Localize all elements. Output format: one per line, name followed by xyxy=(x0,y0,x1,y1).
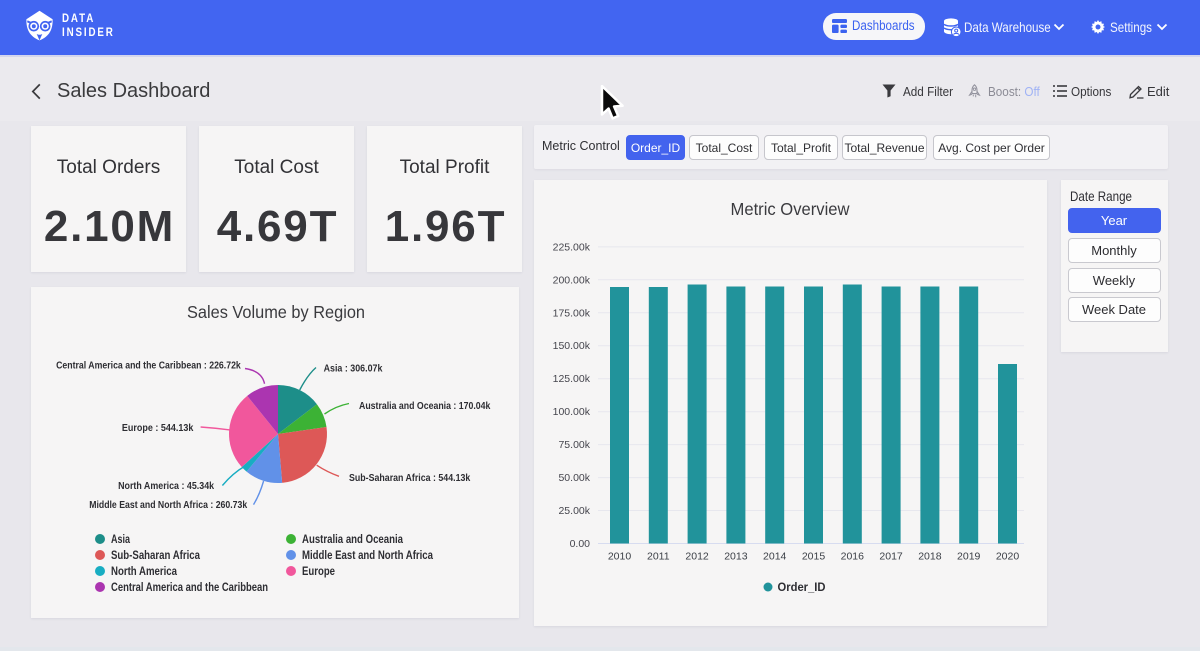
svg-text:Central America and the Caribb: Central America and the Caribbean : 226.… xyxy=(56,360,241,372)
svg-text:Sales Volume by Region: Sales Volume by Region xyxy=(187,302,365,322)
svg-text:Central America and the Caribb: Central America and the Caribbean xyxy=(111,580,268,594)
svg-text:Europe : 544.13k: Europe : 544.13k xyxy=(122,422,194,434)
svg-text:75.00k: 75.00k xyxy=(558,439,590,451)
svg-text:2016: 2016 xyxy=(841,551,865,563)
svg-text:2011: 2011 xyxy=(647,551,670,563)
svg-text:2018: 2018 xyxy=(918,551,942,563)
svg-text:2017: 2017 xyxy=(879,551,903,563)
svg-text:100.00k: 100.00k xyxy=(553,406,591,418)
svg-text:25.00k: 25.00k xyxy=(558,505,590,517)
svg-text:Asia : 306.07k: Asia : 306.07k xyxy=(324,363,383,375)
svg-text:200.00k: 200.00k xyxy=(553,274,591,286)
svg-text:Order_ID: Order_ID xyxy=(778,580,826,594)
svg-text:50.00k: 50.00k xyxy=(558,472,590,484)
svg-text:Australia and Oceania : 170.04: Australia and Oceania : 170.04k xyxy=(359,400,491,412)
svg-text:2010: 2010 xyxy=(608,551,632,563)
svg-text:Middle East and North Africa :: Middle East and North Africa : 260.73k xyxy=(89,499,247,511)
svg-text:2013: 2013 xyxy=(724,551,748,563)
svg-text:0.00: 0.00 xyxy=(570,538,591,550)
svg-text:2019: 2019 xyxy=(957,551,981,563)
svg-text:150.00k: 150.00k xyxy=(553,340,591,352)
svg-text:Sub-Saharan Africa : 544.13k: Sub-Saharan Africa : 544.13k xyxy=(349,472,470,484)
svg-text:Asia: Asia xyxy=(111,532,130,546)
svg-text:175.00k: 175.00k xyxy=(553,307,591,319)
svg-text:2014: 2014 xyxy=(763,551,787,563)
svg-text:2015: 2015 xyxy=(802,551,826,563)
svg-text:2020: 2020 xyxy=(996,551,1020,563)
svg-text:North America : 45.34k: North America : 45.34k xyxy=(118,480,214,492)
svg-text:Australia and Oceania: Australia and Oceania xyxy=(302,532,403,546)
svg-text:2012: 2012 xyxy=(685,551,709,563)
svg-text:Sub-Saharan Africa: Sub-Saharan Africa xyxy=(111,548,200,562)
svg-text:Middle East and North Africa: Middle East and North Africa xyxy=(302,548,433,562)
svg-text:North America: North America xyxy=(111,564,177,578)
svg-text:125.00k: 125.00k xyxy=(553,373,591,385)
svg-text:225.00k: 225.00k xyxy=(553,241,591,253)
svg-text:Europe: Europe xyxy=(302,564,335,578)
svg-text:Metric Overview: Metric Overview xyxy=(731,199,850,219)
